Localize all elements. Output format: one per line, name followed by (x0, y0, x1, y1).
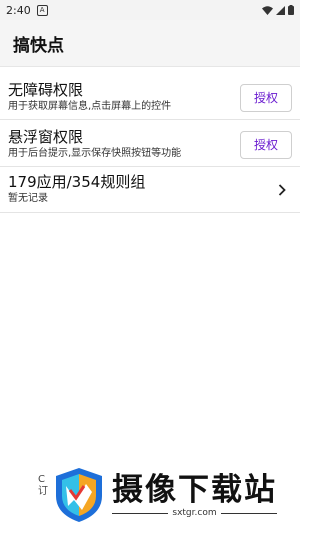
overlay-permission-desc: 用于后台提示,显示保存快照按钮等功能 (8, 148, 182, 159)
rules-count: 179应用/354规则组 (8, 173, 146, 191)
watermark-text: 摄像下载站 (112, 472, 277, 508)
rules-row[interactable]: 179应用/354规则组 暂无记录 (0, 167, 300, 213)
app-title: 搞快点 (13, 35, 64, 56)
footer-hint: C 订 (38, 474, 48, 498)
status-bar: 2:40 A (0, 0, 300, 20)
watermark-url: sxtgr.com (172, 508, 217, 518)
watermark-logo-icon (52, 466, 106, 524)
grant-overlay-button[interactable]: 授权 (240, 130, 292, 159)
signal-icon (276, 5, 285, 15)
overlay-permission-title: 悬浮窗权限 (8, 128, 84, 146)
chevron-right-icon (276, 183, 288, 196)
notification-icon: A (36, 4, 48, 16)
grant-accessibility-button[interactable]: 授权 (240, 83, 292, 112)
watermark: 摄像下载站 sxtgr.com (52, 460, 292, 530)
app-bar: 搞快点 (0, 20, 300, 66)
wifi-icon (262, 5, 273, 15)
rules-record-status: 暂无记录 (8, 193, 48, 204)
accessibility-permission-title: 无障碍权限 (8, 81, 84, 99)
accessibility-permission-row: 无障碍权限 用于获取屏幕信息,点击屏幕上的控件 授权 (0, 76, 300, 120)
overlay-permission-row: 悬浮窗权限 用于后台提示,显示保存快照按钮等功能 授权 (0, 123, 300, 167)
battery-icon (288, 5, 294, 15)
footer-hint-line2: 订 (38, 486, 48, 497)
footer-hint-line1: C (38, 474, 45, 485)
status-time: 2:40 (6, 3, 31, 17)
accessibility-permission-desc: 用于获取屏幕信息,点击屏幕上的控件 (8, 101, 172, 112)
status-icons (262, 5, 294, 15)
